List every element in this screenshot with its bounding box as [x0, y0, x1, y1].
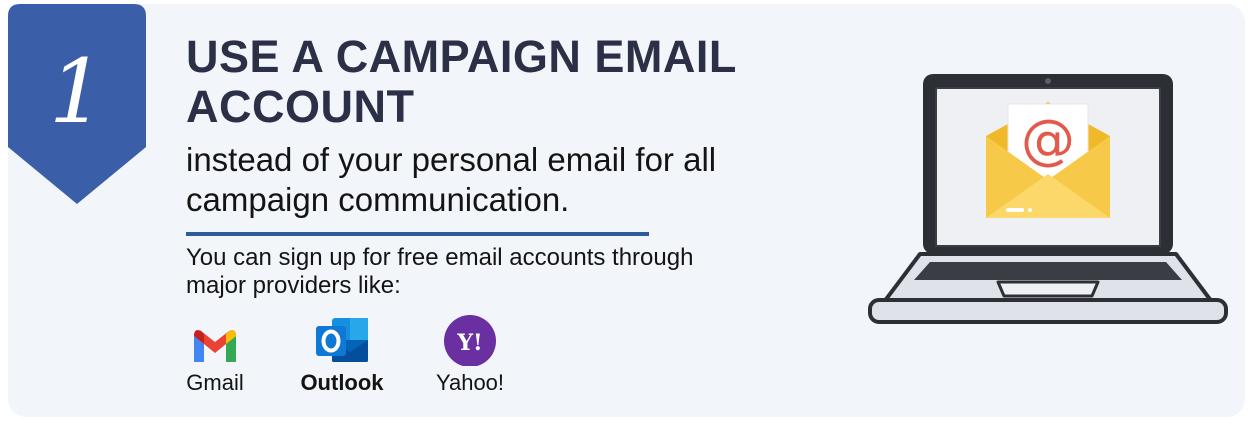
at-symbol: @ — [1021, 108, 1075, 171]
outlook-icon — [316, 318, 368, 362]
provider-yahoo: Y! Yahoo! — [425, 315, 515, 396]
step-number: 1 — [49, 40, 105, 143]
headline: USE A CAMPAIGN EMAIL ACCOUNT — [186, 31, 737, 132]
yahoo-icon: Y! — [444, 315, 496, 366]
subhead: instead of your personal email for all c… — [186, 141, 717, 218]
divider — [186, 232, 649, 236]
laptop-email-icon: @ — [868, 74, 1228, 324]
yahoo-logo-text: Y! — [456, 330, 482, 356]
gmail-icon — [194, 330, 236, 362]
outlook-label: Outlook — [300, 370, 384, 395]
provider-gmail: Gmail — [180, 326, 250, 396]
body-text: You can sign up for free email accounts … — [186, 244, 694, 299]
gmail-label: Gmail — [186, 370, 244, 395]
provider-outlook: Outlook — [293, 318, 391, 396]
yahoo-label: Yahoo! — [435, 370, 505, 395]
